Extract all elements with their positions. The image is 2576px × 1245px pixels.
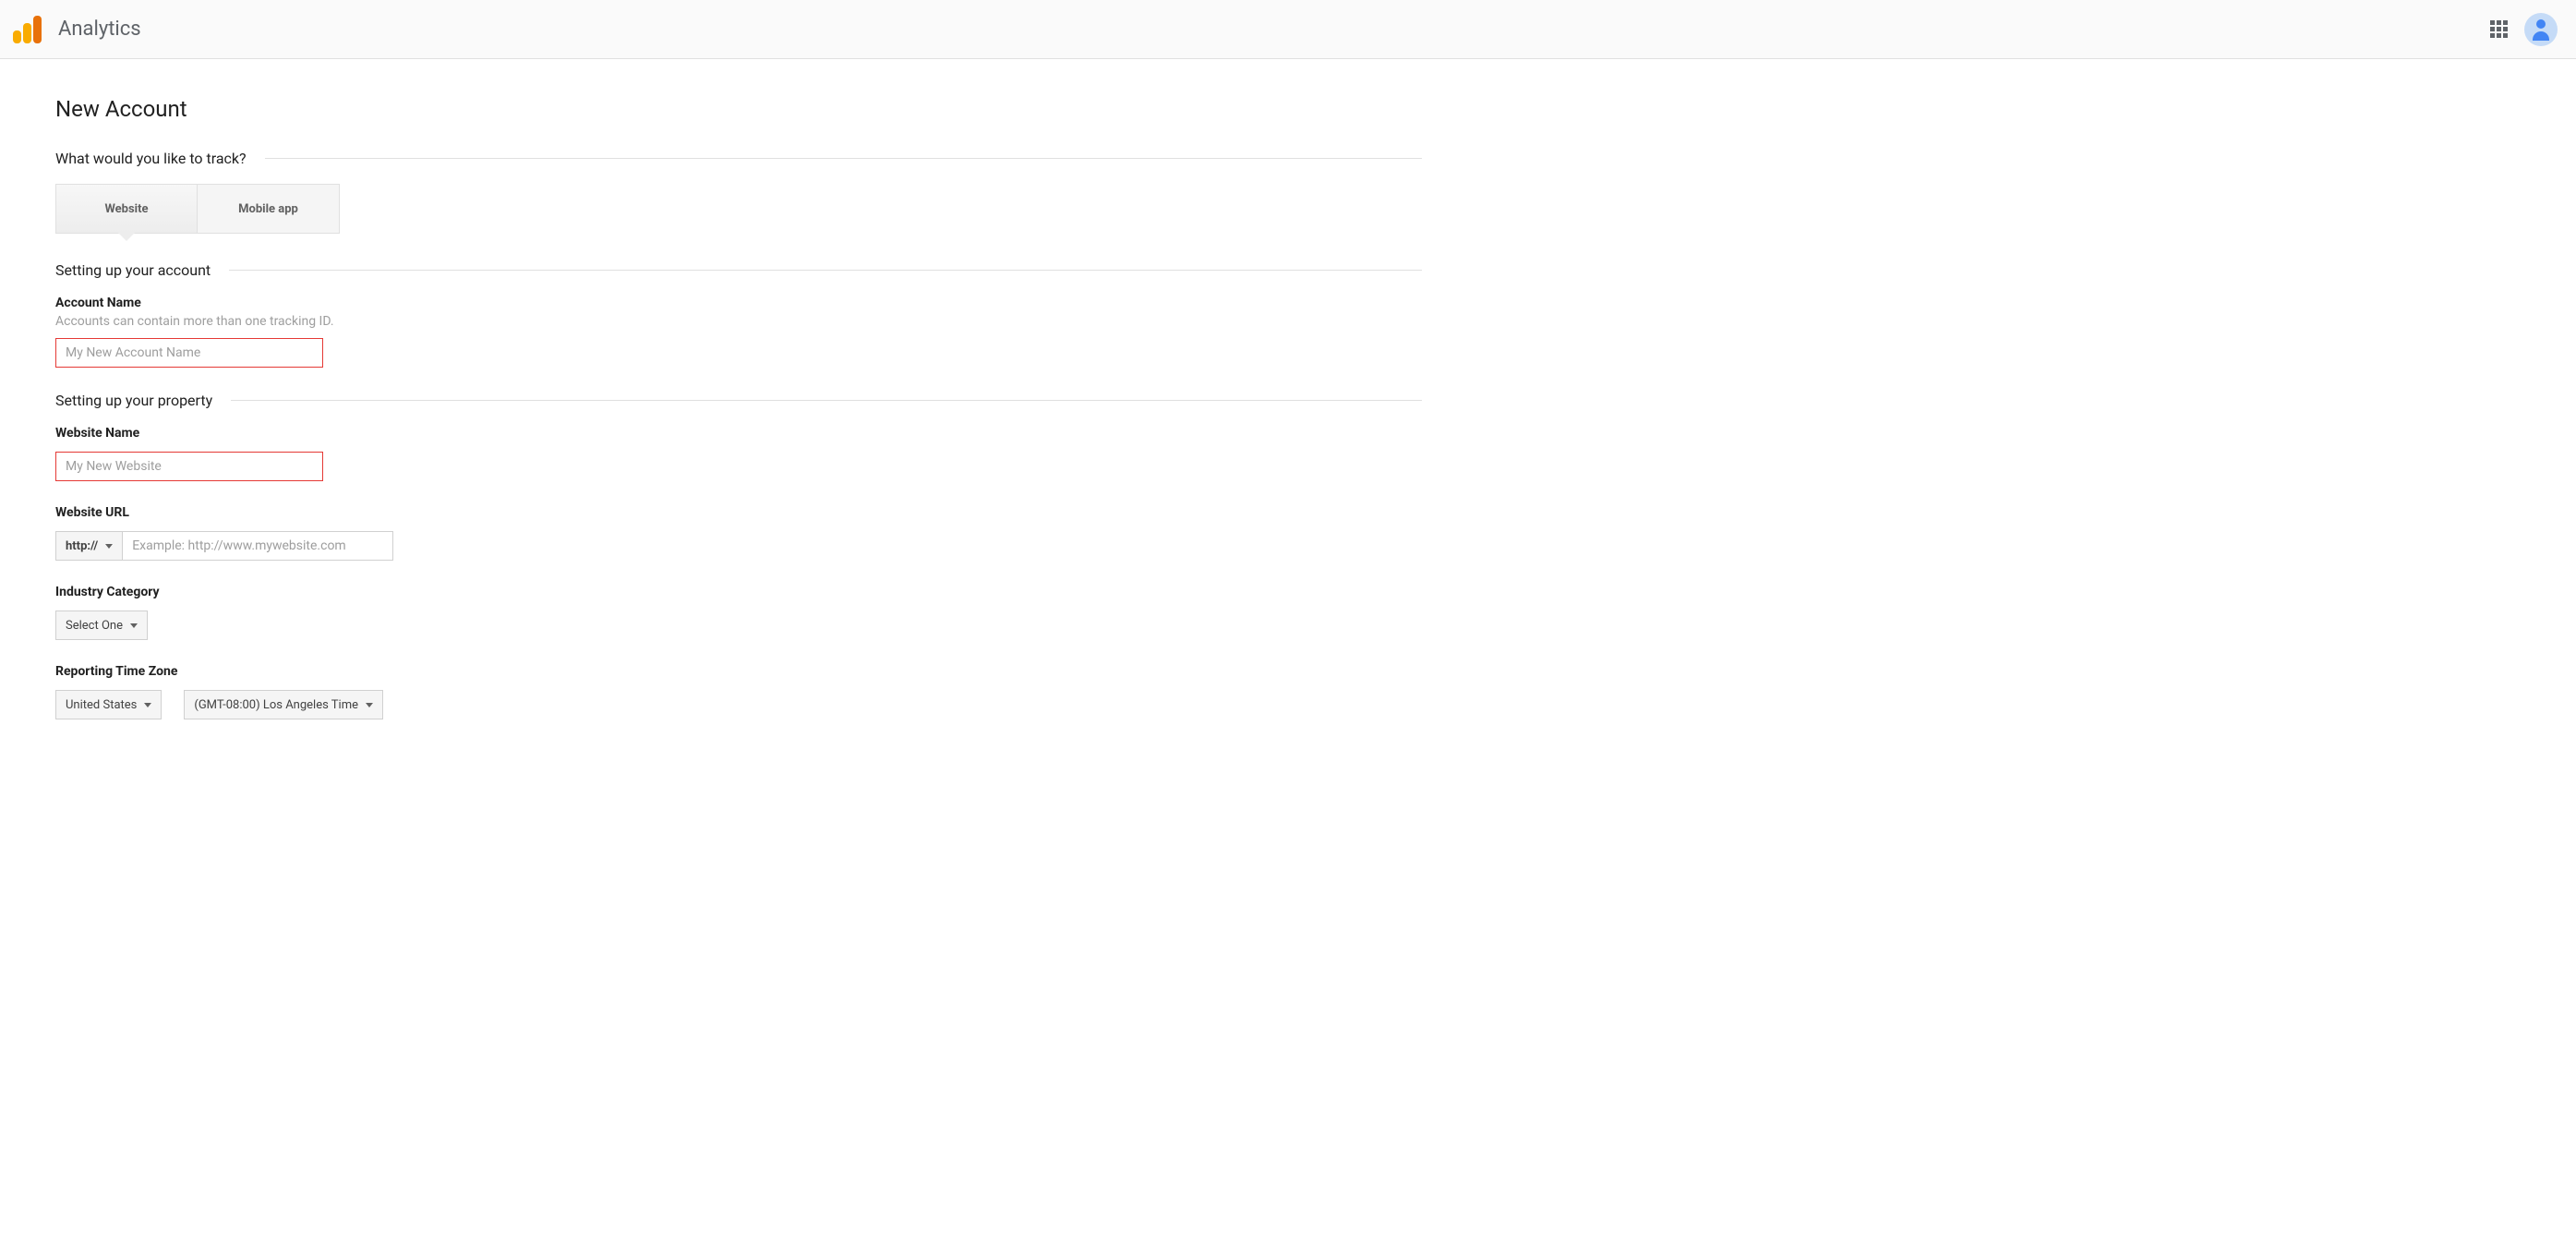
chevron-down-icon bbox=[105, 544, 113, 549]
section-track-header: What would you like to track? bbox=[55, 150, 1422, 167]
account-name-input[interactable] bbox=[55, 338, 323, 368]
field-website-name: Website Name bbox=[55, 426, 1422, 481]
section-account-header: Setting up your account bbox=[55, 261, 1422, 279]
account-name-label: Account Name bbox=[55, 296, 1422, 310]
industry-label: Industry Category bbox=[55, 585, 1422, 599]
header-left: Analytics bbox=[13, 16, 141, 43]
timezone-label: Reporting Time Zone bbox=[55, 664, 1422, 679]
field-timezone: Reporting Time Zone United States (GMT-0… bbox=[55, 664, 1422, 719]
analytics-logo-icon bbox=[13, 16, 42, 43]
protocol-dropdown[interactable]: http:// bbox=[55, 531, 123, 561]
timezone-value: (GMT-08:00) Los Angeles Time bbox=[194, 698, 358, 712]
chevron-down-icon bbox=[144, 703, 151, 707]
country-dropdown[interactable]: United States bbox=[55, 690, 162, 719]
divider bbox=[229, 270, 1422, 271]
section-track-label: What would you like to track? bbox=[55, 150, 247, 167]
app-title: Analytics bbox=[58, 18, 141, 41]
field-account-name: Account Name Accounts can contain more t… bbox=[55, 296, 1422, 368]
app-header: Analytics bbox=[0, 0, 2576, 59]
section-account-label: Setting up your account bbox=[55, 261, 211, 279]
section-property-header: Setting up your property bbox=[55, 392, 1422, 409]
header-right bbox=[2490, 13, 2558, 46]
section-property-label: Setting up your property bbox=[55, 392, 212, 409]
page-title: New Account bbox=[55, 96, 1422, 122]
tab-website[interactable]: Website bbox=[55, 184, 198, 234]
industry-dropdown[interactable]: Select One bbox=[55, 610, 148, 640]
website-name-label: Website Name bbox=[55, 426, 1422, 441]
protocol-value: http:// bbox=[66, 539, 98, 553]
website-name-input[interactable] bbox=[55, 452, 323, 481]
tab-mobile-app[interactable]: Mobile app bbox=[198, 184, 340, 234]
industry-value: Select One bbox=[66, 619, 123, 633]
account-name-hint: Accounts can contain more than one track… bbox=[55, 314, 1422, 329]
website-url-input[interactable] bbox=[123, 531, 393, 561]
divider bbox=[265, 158, 1422, 159]
track-type-tabs: Website Mobile app bbox=[55, 184, 1422, 234]
country-value: United States bbox=[66, 698, 137, 712]
divider bbox=[231, 400, 1422, 401]
user-avatar[interactable] bbox=[2524, 13, 2558, 46]
apps-grid-icon[interactable] bbox=[2490, 20, 2508, 38]
tab-website-label: Website bbox=[104, 202, 148, 216]
timezone-dropdown[interactable]: (GMT-08:00) Los Angeles Time bbox=[184, 690, 383, 719]
tab-mobile-label: Mobile app bbox=[238, 202, 298, 216]
chevron-down-icon bbox=[130, 623, 138, 628]
field-website-url: Website URL http:// bbox=[55, 505, 1422, 561]
chevron-down-icon bbox=[366, 703, 373, 707]
field-industry: Industry Category Select One bbox=[55, 585, 1422, 640]
main-content: New Account What would you like to track… bbox=[0, 59, 1477, 780]
website-url-label: Website URL bbox=[55, 505, 1422, 520]
